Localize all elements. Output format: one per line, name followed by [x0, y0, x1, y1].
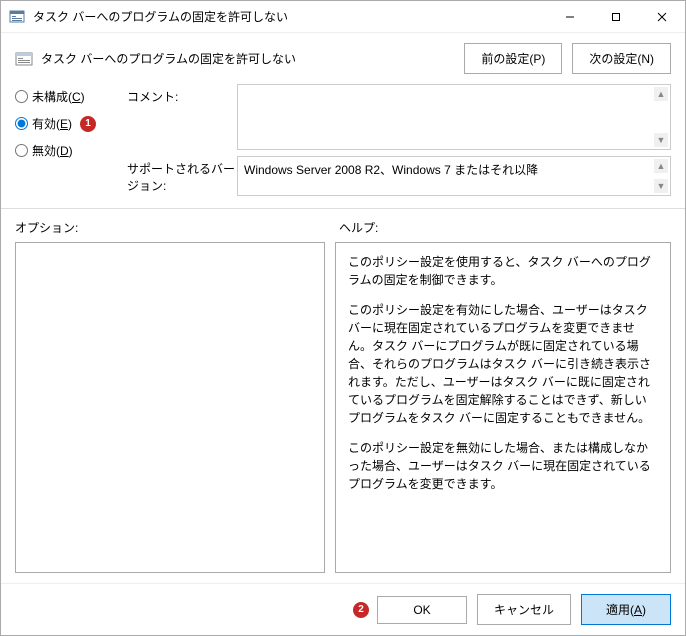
- help-paragraph: このポリシー設定を無効にした場合、または構成しなかった場合、ユーザーはタスク バ…: [348, 439, 658, 493]
- scroll-down-icon[interactable]: ▼: [654, 179, 668, 193]
- config-area: 未構成(C) 有効(E) 1 無効(D) コメント: ▲ ▼ サポートされる: [1, 84, 685, 209]
- radio-enabled-label[interactable]: 有効(E): [32, 115, 72, 132]
- scroll-up-icon[interactable]: ▲: [654, 87, 668, 101]
- scroll-down-icon[interactable]: ▼: [654, 133, 668, 147]
- radio-not-configured-label[interactable]: 未構成(C): [32, 88, 85, 105]
- panel-labels: オプション: ヘルプ:: [1, 209, 685, 242]
- annotation-badge-1: 1: [80, 116, 96, 132]
- titlebar: タスク バーへのプログラムの固定を許可しない: [1, 1, 685, 33]
- window-controls: [547, 1, 685, 32]
- help-label: ヘルプ:: [339, 219, 378, 236]
- annotation-badge-2: 2: [353, 602, 369, 618]
- comment-label: コメント:: [127, 84, 237, 150]
- header: タスク バーへのプログラムの固定を許可しない 前の設定(P) 次の設定(N): [1, 33, 685, 84]
- window-title: タスク バーへのプログラムの固定を許可しない: [33, 8, 547, 25]
- help-panel: このポリシー設定を使用すると、タスク バーへのプログラムの固定を制御できます。 …: [335, 242, 671, 573]
- scroll-up-icon[interactable]: ▲: [654, 159, 668, 173]
- radio-disabled-label[interactable]: 無効(D): [32, 142, 73, 159]
- help-paragraph: このポリシー設定を有効にした場合、ユーザーはタスク バーに現在固定されているプロ…: [348, 301, 658, 427]
- close-button[interactable]: [639, 1, 685, 32]
- policy-icon: [15, 50, 33, 68]
- fields: コメント: ▲ ▼ サポートされるバージョン: Windows Server 2…: [127, 84, 671, 196]
- version-value: Windows Server 2008 R2、Windows 7 またはそれ以降: [244, 163, 538, 177]
- header-title: タスク バーへのプログラムの固定を許可しない: [41, 50, 464, 67]
- radio-disabled[interactable]: [15, 144, 28, 157]
- version-box: Windows Server 2008 R2、Windows 7 またはそれ以降…: [237, 156, 671, 196]
- policy-window: タスク バーへのプログラムの固定を許可しない タスク バーへのプログラムの固定を…: [0, 0, 686, 636]
- radio-enabled[interactable]: [15, 117, 28, 130]
- options-label: オプション:: [15, 219, 325, 236]
- footer: 2 OK キャンセル 適用(A): [1, 583, 685, 635]
- help-paragraph: このポリシー設定を使用すると、タスク バーへのプログラムの固定を制御できます。: [348, 253, 658, 289]
- minimize-button[interactable]: [547, 1, 593, 32]
- next-setting-button[interactable]: 次の設定(N): [572, 43, 671, 74]
- radio-group: 未構成(C) 有効(E) 1 無効(D): [15, 84, 115, 196]
- version-label: サポートされるバージョン:: [127, 156, 237, 196]
- radio-not-configured[interactable]: [15, 90, 28, 103]
- maximize-button[interactable]: [593, 1, 639, 32]
- nav-buttons: 前の設定(P) 次の設定(N): [464, 43, 671, 74]
- apply-button[interactable]: 適用(A): [581, 594, 671, 625]
- panels: このポリシー設定を使用すると、タスク バーへのプログラムの固定を制御できます。 …: [1, 242, 685, 583]
- comment-input[interactable]: ▲ ▼: [237, 84, 671, 150]
- options-panel: [15, 242, 325, 573]
- ok-button[interactable]: OK: [377, 596, 467, 624]
- cancel-button[interactable]: キャンセル: [477, 594, 571, 625]
- prev-setting-button[interactable]: 前の設定(P): [464, 43, 562, 74]
- app-icon: [9, 9, 25, 25]
